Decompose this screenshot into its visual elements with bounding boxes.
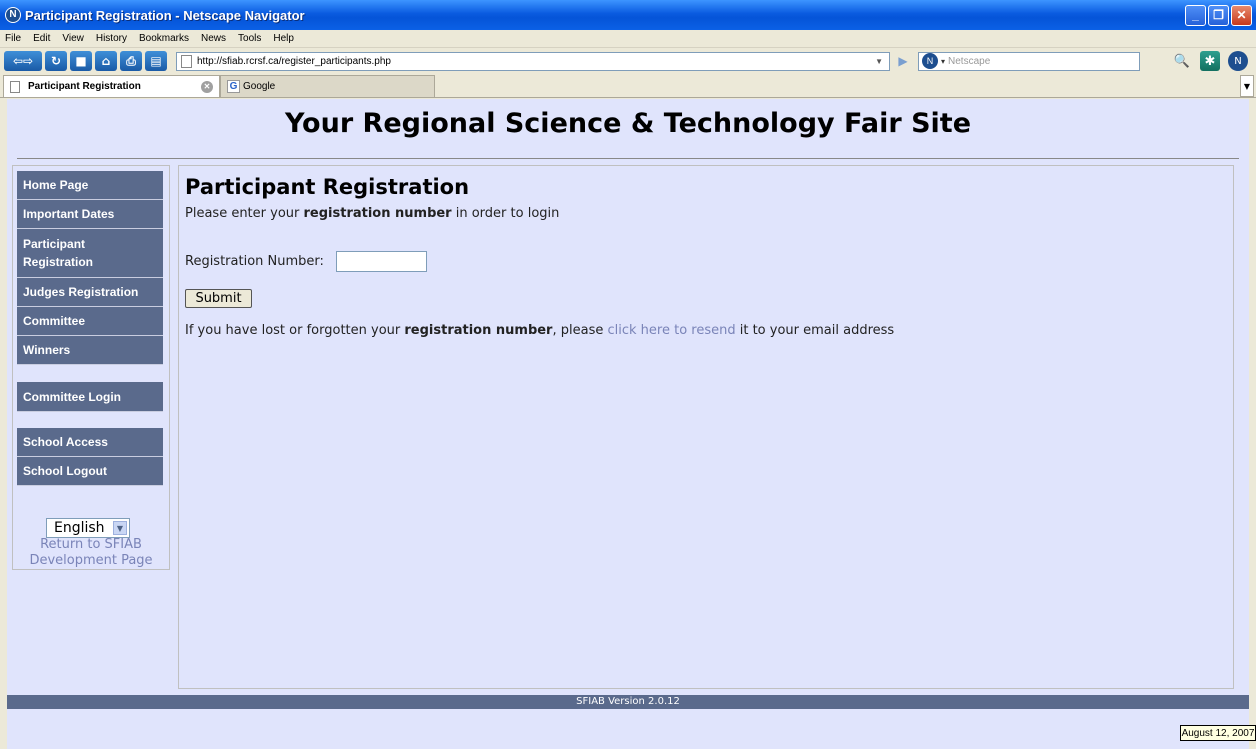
navigation-toolbar: ⇦⇨ ↻ ■ ⌂ ⎙ ▤ http://sfiab.rcrsf.ca/regis… [0,47,1256,74]
tab-label: Google [243,81,276,92]
site-title: Your Regional Science & Technology Fair … [284,108,972,139]
nav-group-school: School Access School Logout [17,428,163,486]
page-icon [181,54,192,68]
close-tab-icon[interactable]: ✕ [201,80,213,93]
menu-tools[interactable]: Tools [238,33,261,44]
intro-bold: registration number [303,206,452,221]
registration-number-input[interactable] [336,251,427,272]
lost-bold: registration number [404,323,553,338]
url-dropdown-icon[interactable]: ▼ [875,57,889,66]
intro-pre: Please enter your [185,206,304,221]
footer-version: SFIAB Version 2.0.12 [7,695,1249,709]
search-placeholder: Netscape [948,55,991,67]
tab-participant-registration[interactable]: Participant Registration ✕ [3,75,220,97]
stop-icon[interactable]: ■ [70,51,92,71]
main-content: Participant Registration Please enter yo… [178,165,1234,689]
lost-number-text: If you have lost or forgotten your regis… [185,323,894,338]
nav-judges-registration[interactable]: Judges Registration [17,278,163,307]
nav-school-logout[interactable]: School Logout [17,457,163,486]
title-divider [17,158,1239,159]
menu-view[interactable]: View [62,33,84,44]
nav-group-main: Home Page Important Dates Participant Re… [17,171,163,365]
resend-link[interactable]: click here to resend [607,323,735,338]
window-titlebar: N Participant Registration - Netscape Na… [0,0,1256,30]
intro-post: in order to login [451,206,560,221]
registration-number-label: Registration Number: [185,254,324,269]
save-icon[interactable]: ▤ [145,51,167,71]
left-sidebar: Home Page Important Dates Participant Re… [12,165,170,570]
nav-home-page[interactable]: Home Page [17,171,163,200]
language-value: English [54,520,105,536]
chevron-down-icon[interactable]: ▼ [113,521,127,535]
url-bar[interactable]: http://sfiab.rcrsf.ca/register_participa… [176,51,890,71]
minimize-button[interactable]: _ [1185,4,1206,26]
language-select[interactable]: English ▼ [46,518,130,538]
tab-label: Participant Registration [28,81,141,92]
close-button[interactable]: ✕ [1231,4,1252,26]
lost-mid: , please [552,323,608,338]
maximize-button[interactable]: ❐ [1208,4,1229,26]
netscape-search-icon[interactable]: N [922,53,938,69]
lost-pre: If you have lost or forgotten your [185,323,405,338]
search-box[interactable]: N ▾ Netscape [918,51,1140,71]
page-heading: Participant Registration [185,175,470,199]
menu-file[interactable]: File [5,33,21,44]
menu-news[interactable]: News [201,33,226,44]
tab-bar: Participant Registration ✕ G Google ▼ [0,74,1256,98]
sidebar-icon[interactable]: ✱ [1200,51,1220,71]
netscape-logo-icon: N [1228,51,1248,71]
lost-post: it to your email address [735,323,895,338]
nav-important-dates[interactable]: Important Dates [17,200,163,229]
submit-button[interactable]: Submit [185,289,252,308]
home-icon[interactable]: ⌂ [95,51,117,71]
nav-participant-registration[interactable]: Participant Registration [17,229,163,278]
menu-edit[interactable]: Edit [33,33,50,44]
nav-committee[interactable]: Committee [17,307,163,336]
netscape-app-icon: N [5,7,21,23]
menu-bookmarks[interactable]: Bookmarks [139,33,189,44]
tab-google[interactable]: G Google [220,75,435,97]
intro-text: Please enter your registration number in… [185,206,559,221]
back-forward-icon[interactable]: ⇦⇨ [4,51,42,71]
page-icon [10,80,20,93]
reload-icon[interactable]: ↻ [45,51,67,71]
return-to-sfiab-link[interactable]: Return to SFIAB Development Page [13,537,169,569]
search-icon[interactable]: 🔍 [1172,51,1192,71]
menu-history[interactable]: History [96,33,127,44]
web-page: Your Regional Science & Technology Fair … [7,99,1249,749]
print-icon[interactable]: ⎙ [120,51,142,71]
google-icon: G [227,80,240,93]
nav-winners[interactable]: Winners [17,336,163,365]
url-text[interactable]: http://sfiab.rcrsf.ca/register_participa… [197,56,391,67]
menu-bar: File Edit View History Bookmarks News To… [0,30,1256,47]
nav-committee-login[interactable]: Committee Login [17,382,163,412]
nav-group-committee: Committee Login [17,382,163,412]
date-tooltip: August 12, 2007 [1180,725,1256,741]
menu-help[interactable]: Help [273,33,294,44]
window-title: Participant Registration - Netscape Navi… [25,7,305,23]
nav-school-access[interactable]: School Access [17,428,163,457]
go-icon[interactable]: ▶ [894,52,912,70]
tab-list-dropdown-icon[interactable]: ▼ [1240,75,1254,97]
search-engine-dropdown-icon[interactable]: ▾ [941,57,945,66]
